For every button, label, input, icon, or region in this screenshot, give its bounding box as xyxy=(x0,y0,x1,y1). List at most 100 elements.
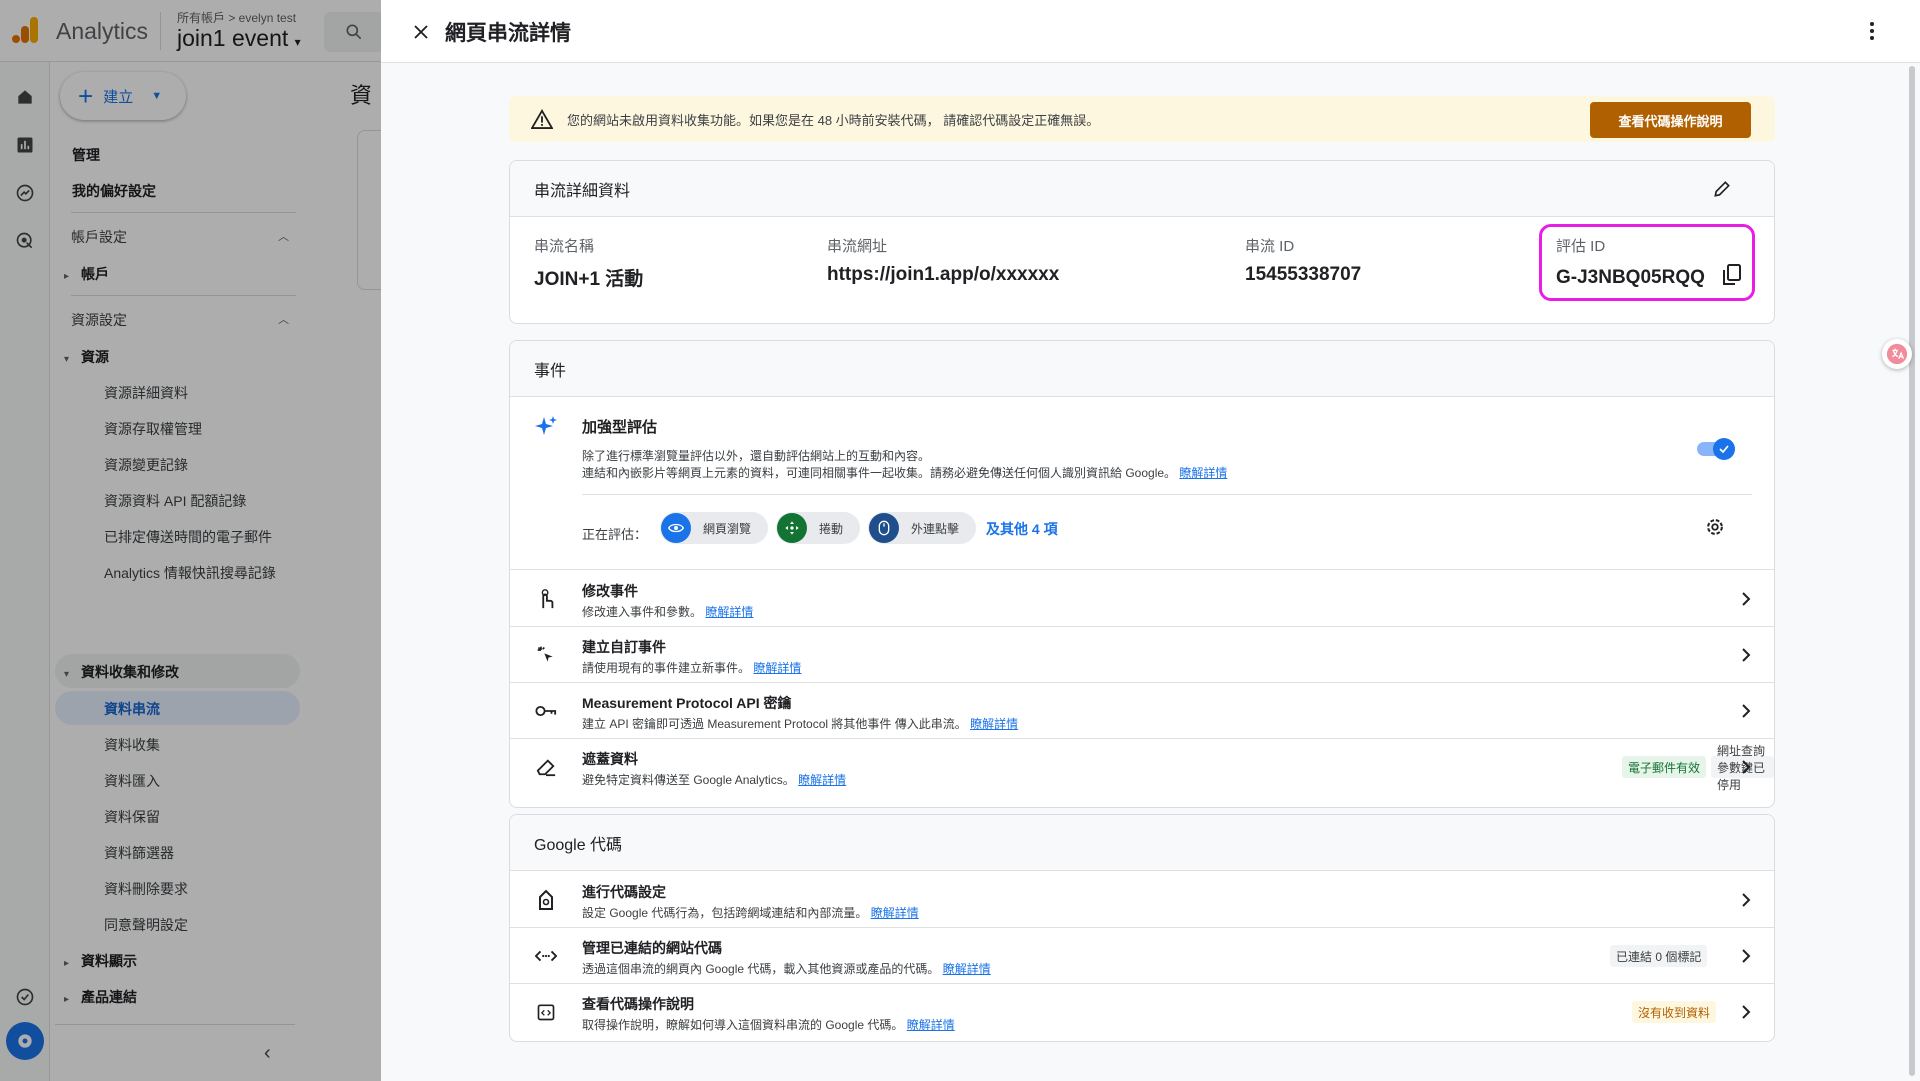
row-desc-text: 設定 Google 代碼行為，包括跨網域連結和內部流量。 xyxy=(582,906,868,920)
card-header: Google 代碼 xyxy=(510,815,1774,871)
and-more-link[interactable]: 及其他 4 項 xyxy=(986,519,1058,539)
learn-more-link[interactable]: 瞭解詳情 xyxy=(798,773,846,787)
card-title: 事件 xyxy=(534,362,567,380)
google-tag-card: Google 代碼 進行代碼設定 設定 Google 代碼行為，包括跨網域連結和… xyxy=(509,814,1775,1042)
stream-name-field: 串流名稱 JOIN+1 活動 xyxy=(534,235,643,291)
code-arrows-icon xyxy=(534,944,558,968)
warning-banner: 您的網站未啟用資料收集功能。如果您是在 48 小時前安裝代碼， 請確認代碼設定正… xyxy=(509,96,1775,142)
stream-id-field: 串流 ID 15455338707 xyxy=(1245,235,1361,286)
learn-more-link[interactable]: 瞭解詳情 xyxy=(970,717,1018,731)
manage-connected-tags-row[interactable]: 管理已連結的網站代碼 透過這個串流的網頁內 Google 代碼，載入其他資源或產… xyxy=(510,928,1774,984)
sparkle-icon xyxy=(535,416,557,435)
row-desc: 避免特定資料傳送至 Google Analytics。 瞭解詳情 xyxy=(582,771,846,788)
row-desc: 取得操作說明，瞭解如何導入這個資料串流的 Google 代碼。 瞭解詳情 xyxy=(582,1016,955,1033)
more-vert-icon xyxy=(1870,22,1874,40)
enhanced-measurement-toggle[interactable] xyxy=(1697,438,1735,460)
more-options-button[interactable] xyxy=(1858,16,1886,46)
create-custom-event-row[interactable]: 建立自訂事件 請使用現有的事件建立新事件。 瞭解詳情 xyxy=(510,627,1774,683)
click-sparkle-icon xyxy=(534,643,558,667)
learn-more-link[interactable]: 瞭解詳情 xyxy=(871,906,919,920)
mouse-icon xyxy=(869,513,899,543)
card-header: 事件 xyxy=(510,341,1774,397)
close-icon xyxy=(414,25,428,39)
toggle-knob xyxy=(1713,438,1735,460)
stream-name-value: JOIN+1 活動 xyxy=(534,269,644,290)
row-desc-text: 請使用現有的事件建立新事件。 xyxy=(582,661,751,675)
learn-more-link[interactable]: 瞭解詳情 xyxy=(907,1018,955,1032)
chevron-right-icon xyxy=(1734,643,1758,667)
row-title: 進行代碼設定 xyxy=(582,884,666,900)
modify-events-row[interactable]: 修改事件 修改連入事件和參數。 瞭解詳情 xyxy=(510,571,1774,627)
edit-pencil-icon[interactable] xyxy=(1712,179,1732,199)
stream-url-field: 串流網址 https://join1.app/o/xxxxxx xyxy=(827,235,1059,286)
scrollbar[interactable] xyxy=(1909,66,1915,1076)
row-title: 管理已連結的網站代碼 xyxy=(582,940,722,956)
enhanced-measurement-title: 加強型評估 xyxy=(582,419,658,436)
drawer-header: 網頁串流詳情 xyxy=(381,0,1920,63)
row-desc: 透過這個串流的網頁內 Google 代碼，載入其他資源或產品的代碼。 瞭解詳情 xyxy=(582,960,991,977)
translate-extension-button[interactable] xyxy=(1882,339,1912,369)
code-doc-icon xyxy=(534,1000,558,1024)
measuring-label: 正在評估： xyxy=(582,527,648,542)
row-title: 建立自訂事件 xyxy=(582,639,666,655)
chevron-right-icon xyxy=(1734,1000,1758,1024)
card-title: 串流詳細資料 xyxy=(534,182,631,200)
learn-more-link[interactable]: 瞭解詳情 xyxy=(753,661,801,675)
stream-details-card: 串流詳細資料 串流名稱 JOIN+1 活動 串流網址 https://join1… xyxy=(509,160,1775,324)
touch-icon xyxy=(534,587,558,611)
settings-gear-icon[interactable] xyxy=(1704,516,1726,538)
chevron-right-icon xyxy=(1734,699,1758,723)
warning-icon xyxy=(531,109,553,129)
learn-more-link[interactable]: 瞭解詳情 xyxy=(705,605,753,619)
configure-tag-row[interactable]: 進行代碼設定 設定 Google 代碼行為，包括跨網域連結和內部流量。 瞭解詳情 xyxy=(510,872,1774,928)
chip-scrolls[interactable]: 捲動 xyxy=(776,512,860,544)
learn-more-link[interactable]: 瞭解詳情 xyxy=(1179,466,1227,480)
row-desc-text: 建立 API 密鑰即可透過 Measurement Protocol 將其他事件… xyxy=(582,717,967,731)
row-desc: 請使用現有的事件建立新事件。 瞭解詳情 xyxy=(582,659,801,676)
row-title: 修改事件 xyxy=(582,583,638,599)
chevron-right-icon xyxy=(1734,944,1758,968)
chevron-right-icon xyxy=(1734,888,1758,912)
chip-label: 外連點擊 xyxy=(911,521,960,536)
status-badge: 沒有收到資料 xyxy=(1632,1001,1717,1023)
row-desc: 建立 API 密鑰即可透過 Measurement Protocol 將其他事件… xyxy=(582,715,1018,732)
view-tag-instructions-row[interactable]: 查看代碼操作說明 取得操作說明，瞭解如何導入這個資料串流的 Google 代碼。… xyxy=(510,984,1774,1040)
close-button[interactable] xyxy=(407,18,435,46)
card-title: Google 代碼 xyxy=(534,836,623,854)
row-desc: 修改連入事件和參數。 瞭解詳情 xyxy=(582,603,753,620)
stream-url-label: 串流網址 xyxy=(827,238,888,255)
row-title: 查看代碼操作說明 xyxy=(582,996,694,1012)
chip-label: 網頁瀏覽 xyxy=(703,521,752,536)
row-desc-text: 取得操作說明，瞭解如何導入這個資料串流的 Google 代碼。 xyxy=(582,1018,904,1032)
scroll-icon xyxy=(777,513,807,543)
chip-page-views[interactable]: 網頁瀏覽 xyxy=(660,512,768,544)
measurement-protocol-row[interactable]: Measurement Protocol API 密鑰 建立 API 密鑰即可透… xyxy=(510,683,1774,739)
row-desc: 設定 Google 代碼行為，包括跨網域連結和內部流量。 瞭解詳情 xyxy=(582,904,919,921)
redact-data-row[interactable]: 遮蓋資料 避免特定資料傳送至 Google Analytics。 瞭解詳情 電子… xyxy=(510,739,1774,795)
chip-outbound-clicks[interactable]: 外連點擊 xyxy=(868,512,976,544)
stream-name-label: 串流名稱 xyxy=(534,238,595,255)
learn-more-link[interactable]: 瞭解詳情 xyxy=(943,962,991,976)
stream-details-drawer: 網頁串流詳情 您的網站未啟用資料收集功能。如果您是在 48 小時前安裝代碼， 請… xyxy=(381,0,1920,1081)
warning-text: 您的網站未啟用資料收集功能。如果您是在 48 小時前安裝代碼， 請確認代碼設定正… xyxy=(567,112,1100,128)
chevron-right-icon xyxy=(1734,755,1758,779)
card-header: 串流詳細資料 xyxy=(510,161,1774,217)
chevron-right-icon xyxy=(1734,587,1758,611)
enhanced-desc-line1: 除了進行標準瀏覽量評估以外，還自動評估網站上的互動和內容。 xyxy=(582,449,931,463)
chip-label: 捲動 xyxy=(819,521,844,536)
check-icon xyxy=(1719,445,1729,454)
row-title: Measurement Protocol API 密鑰 xyxy=(582,695,792,711)
key-icon xyxy=(534,699,558,723)
drawer-title: 網頁串流詳情 xyxy=(445,22,571,45)
view-tag-instructions-button[interactable]: 查看代碼操作說明 xyxy=(1590,102,1751,138)
annotation-highlight-box xyxy=(1539,224,1755,301)
status-badge: 已連結 0 個標記 xyxy=(1610,945,1708,967)
enhanced-desc-line2: 連結和內嵌影片等網頁上元素的資料，可連同相關事件一起收集。請務必避免傳送任何個人… xyxy=(582,466,1177,480)
eraser-icon xyxy=(534,755,558,779)
stream-id-value: 15455338707 xyxy=(1245,264,1362,285)
stream-url-value: https://join1.app/o/xxxxxx xyxy=(827,264,1060,285)
eye-icon xyxy=(661,513,691,543)
row-desc-text: 避免特定資料傳送至 Google Analytics。 xyxy=(582,773,795,787)
events-card: 事件 加強型評估 除了進行標準瀏覽量評估以外，還自動評估網站上的互動和內容。 連… xyxy=(509,340,1775,808)
tag-settings-icon xyxy=(534,888,558,912)
